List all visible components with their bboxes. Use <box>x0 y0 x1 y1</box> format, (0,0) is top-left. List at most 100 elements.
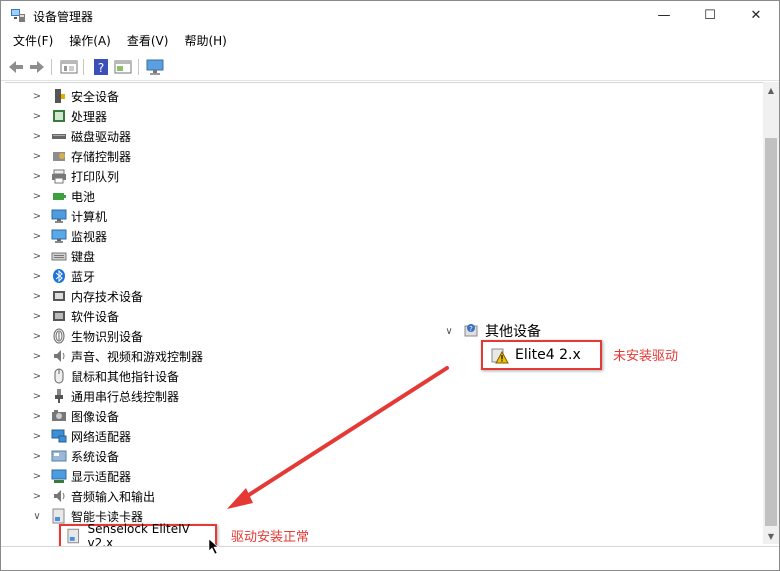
tree-category-label: 网络适配器 <box>71 429 132 444</box>
tree-category-software-device[interactable]: > 软件设备 <box>5 306 119 326</box>
tree-category-label: 磁盘驱动器 <box>71 129 132 144</box>
menu-help[interactable]: 帮助(H) <box>176 30 234 52</box>
tree-category-storage-controller[interactable]: > 存储控制器 <box>5 146 131 166</box>
tree-category-label: 图像设备 <box>71 409 120 424</box>
tree-expander-icon[interactable]: > <box>31 371 43 382</box>
menu-view[interactable]: 查看(V) <box>119 30 177 52</box>
monitor-icon[interactable] <box>145 57 165 77</box>
close-button[interactable]: ✕ <box>733 1 779 29</box>
tree-category-label: 存储控制器 <box>71 149 132 164</box>
tree-category-label: 键盘 <box>71 249 96 264</box>
tree-expander-icon[interactable]: > <box>31 351 43 362</box>
device-manager-window: 设备管理器 — ☐ ✕ 文件(F) 操作(A) 查看(V) 帮助(H) ? > … <box>0 0 780 571</box>
monitor-icon <box>51 229 67 243</box>
scroll-down-arrow-icon[interactable]: ▼ <box>763 528 779 544</box>
menu-bar: 文件(F) 操作(A) 查看(V) 帮助(H) <box>1 30 779 52</box>
tree-expander-icon[interactable]: > <box>31 491 43 502</box>
toolbar-separator <box>138 59 139 75</box>
security-device-icon <box>55 89 65 103</box>
processor-icon <box>53 110 65 122</box>
mouse-icon <box>54 368 64 384</box>
tree-expander-icon[interactable]: > <box>31 111 43 122</box>
tree-expander-icon[interactable]: > <box>31 451 43 462</box>
tree-category-mouse[interactable]: > 鼠标和其他指针设备 <box>5 366 179 386</box>
audio-io-icon <box>54 490 65 502</box>
svg-text:?: ? <box>98 61 104 75</box>
tree-expander-icon[interactable]: > <box>31 91 43 102</box>
warning-device-icon <box>491 348 509 364</box>
tree-category-display-adapter[interactable]: > 显示适配器 <box>5 466 131 486</box>
tree-category-processor[interactable]: > 处理器 <box>5 106 107 126</box>
tree-category-bluetooth[interactable]: > 蓝牙 <box>5 266 95 286</box>
tree-category-disk-drive[interactable]: > 磁盘驱动器 <box>5 126 131 146</box>
toolbar-separator <box>83 59 84 75</box>
status-bar <box>1 546 779 570</box>
scroll-thumb[interactable] <box>765 138 777 526</box>
usb-icon <box>55 389 63 403</box>
other-devices-expander[interactable]: ∨ <box>443 326 455 337</box>
view-icon[interactable] <box>113 57 133 77</box>
battery-icon <box>53 193 66 200</box>
device-manager-app-icon <box>11 9 25 22</box>
tree-expander-icon[interactable]: ∨ <box>31 511 43 522</box>
scroll-up-arrow-icon[interactable]: ▲ <box>763 82 779 98</box>
tree-expander-icon[interactable]: > <box>31 311 43 322</box>
tree-expander-icon[interactable]: > <box>31 211 43 222</box>
svg-text:?: ? <box>469 325 473 333</box>
tree-category-camera[interactable]: > 图像设备 <box>5 406 119 426</box>
tree-expander-icon[interactable]: > <box>31 131 43 142</box>
system-device-icon <box>51 450 67 462</box>
tree-category-battery[interactable]: > 电池 <box>5 186 95 206</box>
minimize-button[interactable]: — <box>641 1 687 29</box>
maximize-button[interactable]: ☐ <box>687 1 733 29</box>
vertical-scrollbar[interactable]: ▲ ▼ <box>763 82 779 544</box>
tree-category-security-device[interactable]: > 安全设备 <box>5 86 119 106</box>
properties-icon[interactable] <box>59 57 79 77</box>
tree-category-keyboard[interactable]: > 键盘 <box>5 246 95 266</box>
tree-category-memory-device[interactable]: > 内存技术设备 <box>5 286 143 306</box>
tree-category-network-adapter[interactable]: > 网络适配器 <box>5 426 131 446</box>
tree-expander-icon[interactable]: > <box>31 271 43 282</box>
tree-expander-icon[interactable]: > <box>31 471 43 482</box>
tree-category-label: 系统设备 <box>71 449 120 464</box>
other-devices-row[interactable]: ∨ ? 其他设备 <box>443 321 541 341</box>
menu-action[interactable]: 操作(A) <box>61 30 119 52</box>
tree-category-label: 处理器 <box>71 109 108 124</box>
forward-icon[interactable] <box>27 57 47 77</box>
tree-expander-icon[interactable]: > <box>31 251 43 262</box>
back-icon[interactable] <box>6 57 26 77</box>
maximize-icon: ☐ <box>704 7 716 23</box>
tree-category-fingerprint[interactable]: > 生物识别设备 <box>5 326 143 346</box>
tree-category-audio-io[interactable]: > 音频输入和输出 <box>5 486 155 506</box>
tree-category-computer[interactable]: > 计算机 <box>5 206 107 226</box>
tree-expander-icon[interactable]: > <box>31 191 43 202</box>
tree-expander-icon[interactable]: > <box>31 391 43 402</box>
tree-expander-icon[interactable]: > <box>31 231 43 242</box>
memory-device-icon <box>53 291 65 301</box>
tree-category-label: 计算机 <box>71 209 108 224</box>
tree-expander-icon[interactable]: > <box>31 331 43 342</box>
senselock-device-item[interactable]: Senselock EliteIV v2.x <box>59 522 217 550</box>
elite4-device-item[interactable]: Elite4 2.x <box>481 340 602 370</box>
tree-category-label: 生物识别设备 <box>71 329 144 344</box>
annotation-driver-installed-ok: 驱动安装正常 <box>231 530 310 545</box>
camera-icon <box>52 410 66 421</box>
tree-expander-icon[interactable]: > <box>31 291 43 302</box>
tree-expander-icon[interactable]: > <box>31 411 43 422</box>
tree-category-printer[interactable]: > 打印队列 <box>5 166 119 186</box>
elite4-device-label: Elite4 2.x <box>515 347 581 363</box>
tree-category-label: 安全设备 <box>71 89 120 104</box>
tree-category-label: 打印队列 <box>71 169 120 184</box>
tree-expander-icon[interactable]: > <box>31 151 43 162</box>
bluetooth-icon <box>53 269 65 283</box>
software-device-icon <box>53 311 65 321</box>
tree-category-speaker[interactable]: > 声音、视频和游戏控制器 <box>5 346 203 366</box>
menu-file[interactable]: 文件(F) <box>5 30 61 52</box>
tree-category-monitor[interactable]: > 监视器 <box>5 226 107 246</box>
help-icon[interactable]: ? <box>91 57 111 77</box>
tree-category-usb[interactable]: > 通用串行总线控制器 <box>5 386 179 406</box>
tree-expander-icon[interactable]: > <box>31 171 43 182</box>
tree-expander-icon[interactable]: > <box>31 431 43 442</box>
tree-category-label: 显示适配器 <box>71 469 132 484</box>
tree-category-system-device[interactable]: > 系统设备 <box>5 446 119 466</box>
